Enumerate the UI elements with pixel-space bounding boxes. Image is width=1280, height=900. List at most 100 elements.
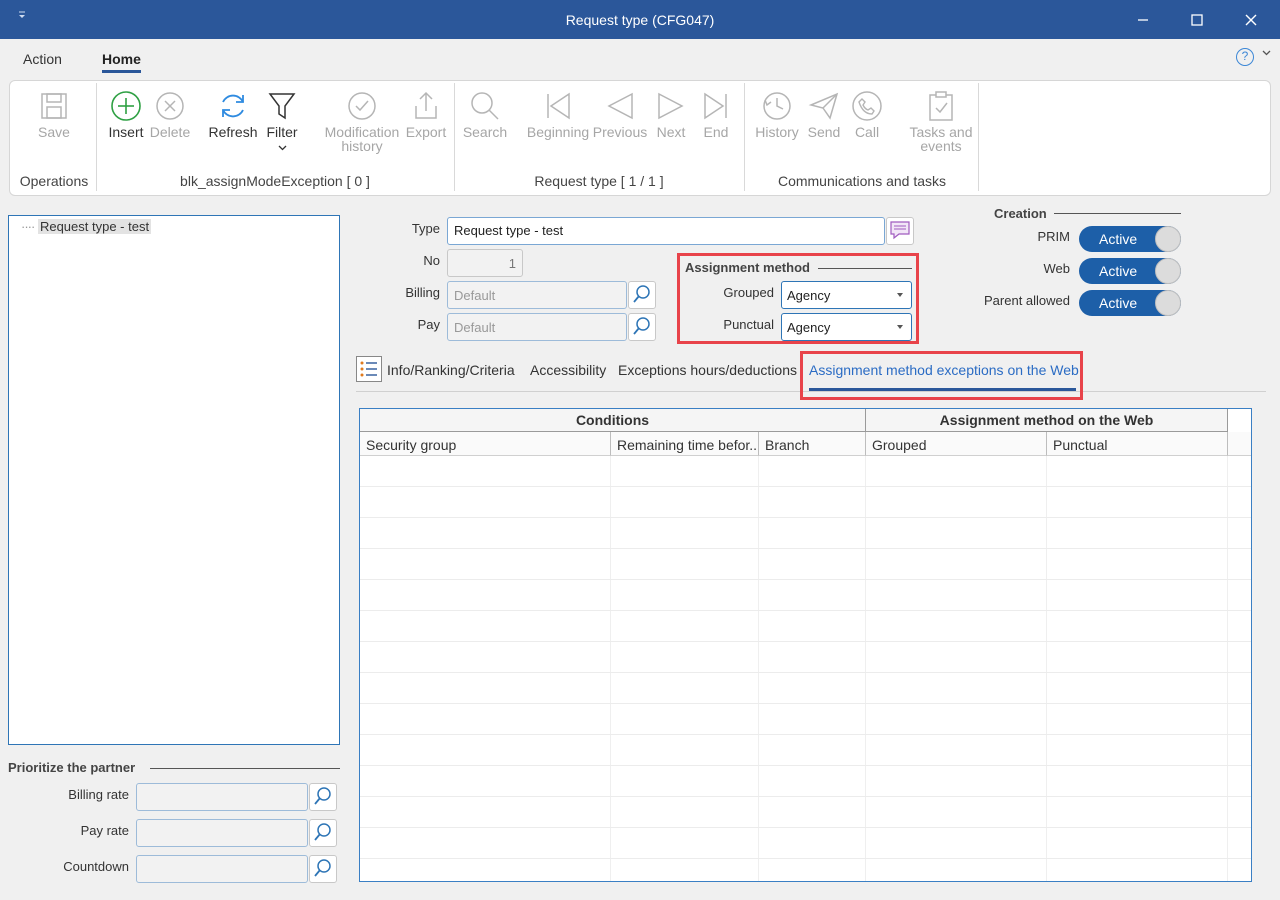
toggle-knob	[1155, 258, 1181, 284]
ribbon-separator	[744, 83, 745, 191]
export-button[interactable]: Export	[404, 87, 448, 139]
pay-rate-lookup-button[interactable]	[309, 819, 337, 847]
no-label: No	[423, 253, 440, 268]
grid-row-line	[360, 610, 1251, 611]
grid-row-line	[360, 517, 1251, 518]
criteria-list-icon	[356, 356, 382, 382]
tab-info-ranking-criteria[interactable]: Info/Ranking/Criteria	[387, 362, 515, 378]
history-button[interactable]: History	[752, 87, 802, 139]
search-icon	[632, 316, 652, 339]
pay-field[interactable]: Default	[447, 313, 627, 341]
grid-column-line	[865, 456, 866, 881]
web-toggle[interactable]: Active	[1079, 258, 1181, 284]
ribbon-separator	[454, 83, 455, 191]
punctual-select[interactable]: Agency	[781, 313, 912, 341]
column-header-punctual[interactable]: Punctual	[1047, 432, 1228, 456]
pay-rate-field[interactable]	[136, 819, 308, 847]
next-button[interactable]: Next	[652, 87, 690, 139]
close-button[interactable]	[1224, 0, 1278, 39]
ribbon: Save Insert Delete Refresh Filter Modifi…	[9, 80, 1271, 196]
filter-label: Filter	[266, 124, 298, 140]
modification-history-button[interactable]: Modification history	[320, 87, 404, 153]
search-label: Search	[462, 124, 508, 140]
save-button[interactable]: Save	[32, 87, 76, 139]
history-label: History	[755, 124, 799, 140]
check-circle-icon	[320, 87, 404, 125]
section-divider	[150, 768, 340, 769]
phone-icon	[848, 87, 886, 125]
request-type-tree[interactable]: ···· Request type - test	[8, 215, 340, 745]
grouped-select[interactable]: Agency	[781, 281, 912, 309]
tree-item[interactable]: ···· Request type - test	[21, 219, 152, 234]
paper-plane-icon	[804, 87, 844, 125]
group-label-block: blk_assignModeException [ 0 ]	[180, 173, 370, 189]
web-toggle-label: Active	[1099, 263, 1138, 279]
type-field[interactable]: Request type - test	[447, 217, 885, 245]
prim-toggle-label: Active	[1099, 231, 1138, 247]
filter-button[interactable]: Filter	[262, 87, 302, 151]
next-label: Next	[656, 124, 686, 140]
beginning-button[interactable]: Beginning	[526, 87, 590, 139]
window-title: Request type (CFG047)	[565, 12, 715, 28]
column-header-security-group[interactable]: Security group	[360, 432, 611, 456]
insert-label: Insert	[108, 124, 144, 140]
parent-allowed-toggle[interactable]: Active	[1079, 290, 1181, 316]
delete-label: Delete	[149, 124, 191, 140]
countdown-lookup-button[interactable]	[309, 855, 337, 883]
billing-rate-field[interactable]	[136, 783, 308, 811]
title-bar: Request type (CFG047)	[0, 0, 1280, 39]
billing-rate-lookup-button[interactable]	[309, 783, 337, 811]
minimize-button[interactable]	[1116, 0, 1170, 39]
prim-label: PRIM	[1037, 229, 1071, 244]
menu-tab-home[interactable]: Home	[102, 51, 141, 73]
chevron-down-icon	[262, 139, 302, 151]
refresh-label: Refresh	[208, 124, 258, 140]
tree-connector: ····	[21, 219, 35, 234]
grid-column-line	[610, 456, 611, 881]
active-tab-highlight	[800, 351, 1083, 400]
countdown-field[interactable]	[136, 855, 308, 883]
group-header-conditions: Conditions	[360, 409, 866, 432]
search-button[interactable]: Search	[462, 87, 508, 139]
call-button[interactable]: Call	[848, 87, 886, 139]
group-label-communications: Communications and tasks	[777, 173, 947, 189]
insert-button[interactable]: Insert	[104, 87, 148, 139]
exceptions-grid[interactable]: Conditions Assignment method on the Web …	[359, 408, 1252, 882]
billing-lookup-button[interactable]	[628, 281, 656, 309]
toggle-knob	[1155, 226, 1181, 252]
speech-bubble-icon	[889, 220, 911, 243]
billing-rate-label: Billing rate	[68, 787, 129, 802]
prim-toggle[interactable]: Active	[1079, 226, 1181, 252]
grid-row-line	[360, 548, 1251, 549]
delete-button[interactable]: Delete	[148, 87, 192, 139]
send-button[interactable]: Send	[804, 87, 844, 139]
events-label: events	[920, 138, 962, 154]
tab-accessibility[interactable]: Accessibility	[530, 362, 606, 378]
column-header-branch[interactable]: Branch	[759, 432, 866, 456]
previous-button[interactable]: Previous	[592, 87, 648, 139]
search-icon	[313, 858, 333, 881]
help-icon[interactable]: ?	[1236, 48, 1254, 66]
refresh-button[interactable]: Refresh	[208, 87, 258, 139]
translation-button[interactable]	[886, 217, 914, 245]
previous-label: Previous	[592, 124, 648, 140]
tasks-and-events-button[interactable]: Tasks and events	[906, 87, 976, 153]
section-divider	[818, 268, 912, 269]
search-icon	[313, 822, 333, 845]
column-header-grouped[interactable]: Grouped	[866, 432, 1047, 456]
grid-row-line	[360, 734, 1251, 735]
grid-row-line	[360, 486, 1251, 487]
end-button[interactable]: End	[698, 87, 734, 139]
no-field[interactable]: 1	[447, 249, 523, 277]
export-label: Export	[405, 124, 447, 140]
billing-field[interactable]: Default	[447, 281, 627, 309]
menu-tab-action[interactable]: Action	[23, 51, 62, 67]
grid-row-line	[360, 827, 1251, 828]
parent-allowed-label: Parent allowed	[984, 293, 1070, 308]
maximize-button[interactable]	[1170, 0, 1224, 39]
pay-lookup-button[interactable]	[628, 313, 656, 341]
chevron-down-icon[interactable]	[1262, 48, 1271, 60]
tab-exceptions-hours-deductions[interactable]: Exceptions hours/deductions	[618, 362, 797, 378]
column-header-remaining-time[interactable]: Remaining time befor...	[611, 432, 759, 456]
pay-label: Pay	[417, 317, 440, 332]
